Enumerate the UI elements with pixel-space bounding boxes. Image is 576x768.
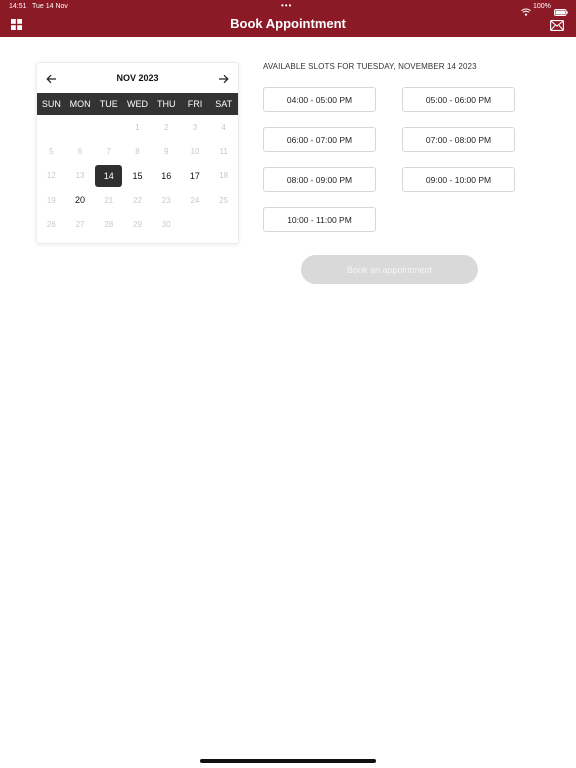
calendar-day: 4 bbox=[221, 122, 226, 132]
calendar-day: 19 bbox=[46, 195, 56, 205]
calendar-day: 23 bbox=[161, 195, 171, 205]
time-slot-button[interactable]: 04:00 - 05:00 PM bbox=[263, 87, 376, 112]
weekday-tue: TUE bbox=[99, 99, 118, 109]
calendar-day: 18 bbox=[219, 171, 229, 181]
calendar-weekday-header: SUN MON TUE WED THU FRI SAT bbox=[37, 93, 238, 115]
calendar-day[interactable]: 14 bbox=[94, 164, 123, 188]
calendar-day: 25 bbox=[219, 195, 229, 205]
time-slot-button[interactable]: 06:00 - 07:00 PM bbox=[263, 127, 376, 152]
calendar-day-empty bbox=[66, 115, 95, 139]
calendar-day: 12 bbox=[46, 171, 56, 181]
calendar-day: 27 bbox=[75, 219, 85, 229]
mail-icon[interactable] bbox=[550, 18, 564, 36]
arrow-right-icon[interactable] bbox=[218, 71, 229, 89]
calendar-day: 24 bbox=[190, 195, 200, 205]
calendar-day: 26 bbox=[46, 219, 56, 229]
weekday-sun: SUN bbox=[41, 99, 61, 109]
calendar-day: 8 bbox=[135, 146, 140, 156]
time-slot-button[interactable]: 09:00 - 10:00 PM bbox=[402, 167, 515, 192]
calendar-day: 3 bbox=[192, 122, 198, 132]
selected-day[interactable]: 14 bbox=[95, 164, 123, 187]
status-date: Tue 14 Nov bbox=[32, 3, 68, 10]
calendar-day: 30 bbox=[161, 219, 171, 229]
app-header: 14:51 Tue 14 Nov ••• 100% Book Appointme… bbox=[0, 0, 576, 37]
calendar-day: 13 bbox=[75, 171, 85, 181]
calendar-day-empty bbox=[37, 115, 66, 139]
time-slot-button[interactable]: 07:00 - 08:00 PM bbox=[402, 127, 515, 152]
weekday-fri: FRI bbox=[187, 99, 203, 109]
weekday-thu: THU bbox=[156, 99, 176, 109]
calendar-day[interactable]: 15 bbox=[123, 164, 152, 188]
calendar-day[interactable]: 17 bbox=[181, 164, 210, 188]
calendar-day: 11 bbox=[219, 146, 228, 156]
page-title: Book Appointment bbox=[230, 16, 346, 31]
calendar-day: 2 bbox=[163, 122, 169, 132]
calendar-day: 28 bbox=[104, 219, 114, 229]
calendar-day: 21 bbox=[104, 195, 114, 205]
calendar-day: 7 bbox=[106, 146, 111, 156]
calendar-day: 5 bbox=[49, 146, 54, 156]
slots-heading: AVAILABLE SLOTS FOR TUESDAY, NOVEMBER 14… bbox=[263, 62, 477, 71]
calendar: NOV 2023 SUN MON TUE WED THU FRI SAT 123… bbox=[36, 62, 239, 244]
time-slot-button[interactable]: 10:00 - 11:00 PM bbox=[263, 207, 376, 232]
calendar-day-empty bbox=[94, 115, 123, 139]
weekday-mon: MON bbox=[69, 99, 91, 109]
calendar-day: 22 bbox=[133, 195, 142, 205]
time-slot-button[interactable]: 05:00 - 06:00 PM bbox=[402, 87, 515, 112]
home-indicator[interactable] bbox=[200, 759, 376, 763]
calendar-day: 29 bbox=[133, 219, 142, 229]
multitasking-dots[interactable]: ••• bbox=[281, 1, 292, 10]
time-slot-button[interactable]: 08:00 - 09:00 PM bbox=[263, 167, 376, 192]
calendar-day: 1 bbox=[135, 122, 140, 132]
battery-percent: 100% bbox=[533, 3, 551, 10]
status-time: 14:51 bbox=[9, 3, 27, 10]
calendar-day[interactable]: 16 bbox=[152, 164, 181, 188]
calendar-day[interactable]: 20 bbox=[66, 188, 95, 212]
weekday-wed: WED bbox=[127, 99, 149, 109]
weekday-sat: SAT bbox=[215, 99, 233, 109]
book-appointment-button[interactable]: Book an appointment bbox=[301, 255, 478, 284]
calendar-day-grid: 1 2 3 4 5 6 7 8 9 10 11 12 13 14 15 16 17 18 19 20 21 22 23 24 2… bbox=[37, 115, 238, 236]
calendar-day: 10 bbox=[190, 146, 200, 156]
calendar-day: 9 bbox=[163, 146, 169, 156]
calendar-day: 6 bbox=[77, 146, 83, 156]
calendar-month-label: NOV 2023 bbox=[116, 73, 159, 83]
